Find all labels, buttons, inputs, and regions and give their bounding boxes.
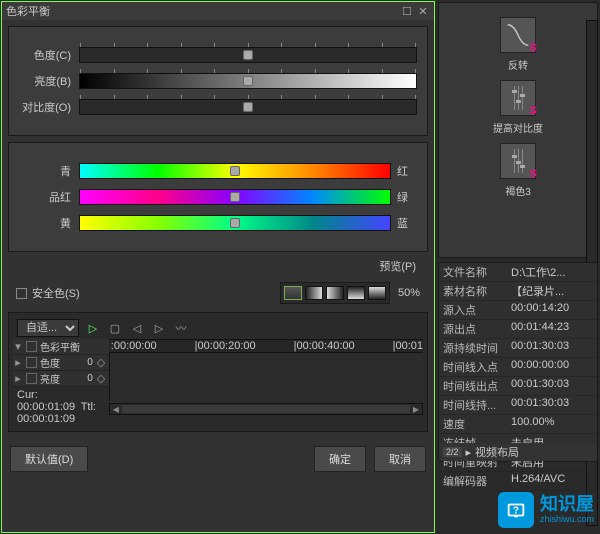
color-balance-dialog: 色彩平衡 ☐ ✕ 色度(C) 亮度(B) 对比度(O)	[1, 1, 435, 533]
preset-sepia[interactable]: S 褐色3	[445, 143, 591, 198]
property-row: 时间线出点00:01:30:03	[439, 377, 597, 396]
preset-invert[interactable]: S 反转	[445, 17, 591, 72]
contrast-label: 对比度(O)	[19, 99, 71, 115]
watermark-icon: ?	[498, 492, 534, 528]
dialog-title: 色彩平衡	[6, 3, 50, 19]
property-value: 【纪录片...	[511, 283, 593, 299]
chroma-slider[interactable]	[79, 47, 417, 63]
property-key: 源持续时间	[443, 340, 511, 356]
red-label: 红	[397, 163, 417, 179]
yellow-blue-slider[interactable]	[79, 215, 391, 231]
preview-thumb-2[interactable]	[305, 286, 323, 300]
maximize-icon[interactable]: ☐	[400, 4, 414, 18]
green-label: 绿	[397, 189, 417, 205]
property-row: 时间线入点00:00:00:00	[439, 358, 597, 377]
preview-percent: 50%	[398, 287, 420, 299]
cyan-label: 青	[19, 163, 71, 179]
timeline-mode-select[interactable]: 自适...	[17, 319, 79, 337]
timeline-scrollbar[interactable]: ◀▶	[109, 403, 423, 415]
property-value: 00:01:30:03	[511, 378, 593, 394]
curve-icon: S	[500, 17, 536, 53]
watermark: ? 知识屋zhishiwu.com	[498, 492, 594, 528]
magenta-green-slider[interactable]	[79, 189, 391, 205]
preview-thumbnails	[280, 282, 390, 304]
property-row: 源持续时间00:01:30:03	[439, 339, 597, 358]
track-row[interactable]: ▾色彩平衡	[13, 339, 109, 355]
property-key: 文件名称	[443, 264, 511, 280]
property-row: 源出点00:01:44:23	[439, 320, 597, 339]
timeline-canvas[interactable]	[109, 353, 423, 401]
brightness-label: 亮度(B)	[19, 73, 71, 89]
right-column: S 反转 S 提高对比度 S 褐色3 文件名称D:\工作\2...素材名称【纪录…	[436, 0, 600, 534]
property-key: 源出点	[443, 321, 511, 337]
magenta-label: 品红	[19, 189, 71, 205]
brightness-slider[interactable]	[79, 73, 417, 89]
contrast-slider[interactable]	[79, 99, 417, 115]
property-key: 时间线入点	[443, 359, 511, 375]
blue-label: 蓝	[397, 215, 417, 231]
cur-timecode: Cur: 00:00:01:09	[17, 389, 75, 413]
property-row: 素材名称【纪录片...	[439, 282, 597, 301]
property-value: 100.00%	[511, 416, 593, 432]
titlebar: 色彩平衡 ☐ ✕	[2, 2, 434, 20]
timeline-panel: 自适... ▷ ▢ ◁ ▷ 〰 ▾色彩平衡 ▸色度0◇ ▸亮度0◇ Cur: 0…	[8, 312, 428, 432]
tone-panel: 色度(C) 亮度(B) 对比度(O)	[8, 26, 428, 136]
color-panel: 青 红 品红 绿 黄 蓝	[8, 142, 428, 252]
safe-color-checkbox[interactable]	[16, 288, 27, 299]
prev-kf-icon[interactable]: ◁	[129, 321, 145, 335]
preset-contrast[interactable]: S 提高对比度	[445, 80, 591, 135]
yellow-label: 黄	[19, 215, 71, 231]
property-key: 素材名称	[443, 283, 511, 299]
play-icon[interactable]: ▷	[85, 321, 101, 335]
property-key: 源入点	[443, 302, 511, 318]
monitor-icon[interactable]: ▢	[107, 321, 123, 335]
property-value: 00:01:30:03	[511, 397, 593, 413]
property-key: 时间线持...	[443, 397, 511, 413]
property-row: 文件名称D:\工作\2...	[439, 263, 597, 282]
property-value: 00:01:30:03	[511, 340, 593, 356]
cancel-button[interactable]: 取消	[374, 446, 426, 472]
preview-label: 预览(P)	[379, 258, 416, 274]
preview-thumb-3[interactable]	[326, 286, 344, 300]
cyan-red-slider[interactable]	[79, 163, 391, 179]
track-row[interactable]: ▸亮度0◇	[13, 371, 109, 387]
safe-color-label: 安全色(S)	[32, 285, 80, 301]
track-row[interactable]: ▸色度0◇	[13, 355, 109, 371]
property-key: 时间线出点	[443, 378, 511, 394]
property-value: 00:01:44:23	[511, 321, 593, 337]
ok-button[interactable]: 确定	[314, 446, 366, 472]
sliders-icon: S	[500, 80, 536, 116]
preset-panel: S 反转 S 提高对比度 S 褐色3	[438, 2, 598, 258]
default-button[interactable]: 默认值(D)	[10, 446, 88, 472]
property-row: 源入点00:00:14:20	[439, 301, 597, 320]
preview-thumb-5[interactable]	[368, 286, 386, 300]
track-list: ▾色彩平衡 ▸色度0◇ ▸亮度0◇	[13, 339, 109, 387]
watermark-url: zhishiwu.com	[540, 515, 594, 525]
property-value: 00:00:14:20	[511, 302, 593, 318]
graph-icon[interactable]: 〰	[173, 321, 189, 335]
svg-text:?: ?	[513, 506, 519, 517]
watermark-text: 知识屋	[540, 495, 594, 515]
timeline-ruler[interactable]: :00:00:00|00:00:20:00|00:00:40:00|00:01	[109, 339, 423, 353]
property-row: 时间线持...00:01:30:03	[439, 396, 597, 415]
preview-thumb-4[interactable]	[347, 286, 365, 300]
property-key: 速度	[443, 416, 511, 432]
properties-panel: 文件名称D:\工作\2...素材名称【纪录片...源入点00:00:14:20源…	[438, 262, 598, 462]
preview-thumb-1[interactable]	[284, 286, 302, 300]
sliders-icon: S	[500, 143, 536, 179]
chroma-label: 色度(C)	[19, 47, 71, 63]
property-value: D:\工作\2...	[511, 264, 593, 280]
pager[interactable]: 2/2	[443, 447, 462, 457]
close-icon[interactable]: ✕	[416, 4, 430, 18]
prop-footer-label: 视频布局	[475, 444, 519, 460]
property-row: 速度100.00%	[439, 415, 597, 434]
property-value: 00:00:00:00	[511, 359, 593, 375]
next-kf-icon[interactable]: ▷	[151, 321, 167, 335]
